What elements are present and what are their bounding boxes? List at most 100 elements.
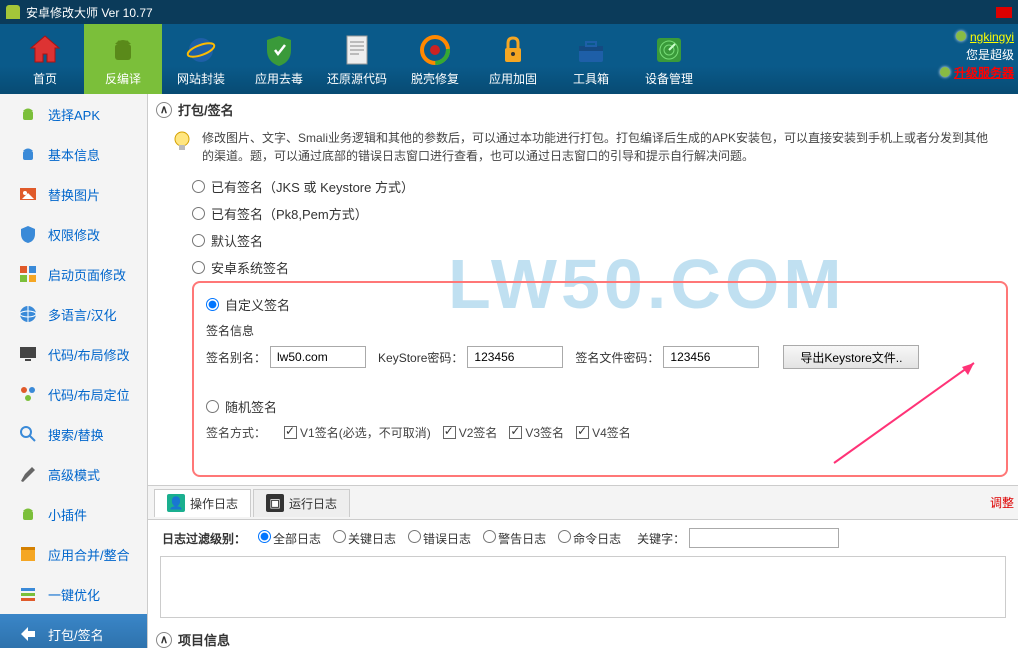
username-link[interactable]: ngkingyi xyxy=(970,30,1014,44)
shield-icon xyxy=(261,32,297,68)
toolbar-home[interactable]: 首页 xyxy=(6,24,84,94)
check-v2[interactable]: V2签名 xyxy=(443,424,498,441)
radio-default[interactable]: 默认签名 xyxy=(192,227,1018,254)
screen-icon xyxy=(18,344,38,364)
kspw-input[interactable] xyxy=(467,346,563,368)
log-textarea[interactable] xyxy=(160,556,1006,618)
toolbar-label: 设备管理 xyxy=(645,70,693,87)
alias-label: 签名别名： xyxy=(206,349,266,366)
filter-key[interactable]: 关键日志 xyxy=(325,530,396,547)
project-info-section: ∧ 项目信息 项目名称： 包名： 签名信息： 打包后点击这里获取.. xyxy=(148,624,1018,648)
main-toolbar: 首页 反编译 网站封装 应用去毒 还原源代码 脱壳修复 应用加固 工具箱 设备管… xyxy=(0,24,1018,94)
sidebar-item-2[interactable]: 替换图片 xyxy=(0,174,147,214)
terminal-icon: ▣ xyxy=(266,494,284,512)
tab-op-log[interactable]: 👤操作日志 xyxy=(154,489,251,517)
status-dot-icon xyxy=(956,31,966,41)
toolbar-antivirus[interactable]: 应用去毒 xyxy=(240,24,318,94)
toolbar-unshell[interactable]: 脱壳修复 xyxy=(396,24,474,94)
sidebar-item-10[interactable]: 小插件 xyxy=(0,494,147,534)
toolbar-restore[interactable]: 还原源代码 xyxy=(318,24,396,94)
radio-jks[interactable]: 已有签名（JKS 或 Keystore 方式） xyxy=(192,173,1018,200)
hand-icon xyxy=(18,624,38,644)
content-pane: LW50.COM ∧ 打包/签名 修改图片、文字、Smali业务逻辑和其他的参数… xyxy=(148,94,1018,648)
toolbar-label: 工具箱 xyxy=(573,70,609,87)
box-icon xyxy=(18,544,38,564)
check-v3[interactable]: V3签名 xyxy=(509,424,564,441)
toolbar-label: 应用去毒 xyxy=(255,70,303,87)
proj-title: 项目信息 xyxy=(178,630,230,648)
android-icon xyxy=(18,504,38,524)
filepw-label: 签名文件密码： xyxy=(575,349,659,366)
toolbar-devices[interactable]: 设备管理 xyxy=(630,24,708,94)
log-adjust[interactable]: 调整 xyxy=(990,494,1014,511)
titlebar: 安卓修改大师 Ver 10.77 xyxy=(0,0,1018,24)
bars-icon xyxy=(18,584,38,604)
log-filter: 日志过滤级别： 全部日志 关键日志 错误日志 警告日志 命令日志 关键字： xyxy=(148,520,1018,556)
sig-info-title: 签名信息 xyxy=(194,322,1006,339)
toolbar-decompile[interactable]: 反编译 xyxy=(84,24,162,94)
export-keystore-button[interactable]: 导出Keystore文件.. xyxy=(783,345,919,369)
status-dot-icon xyxy=(940,67,950,77)
sidebar-item-12[interactable]: 一键优化 xyxy=(0,574,147,614)
filter-error[interactable]: 错误日志 xyxy=(400,530,471,547)
collapse-icon[interactable]: ∧ xyxy=(156,632,172,648)
filepw-input[interactable] xyxy=(663,346,759,368)
pins-icon xyxy=(18,384,38,404)
collapse-icon[interactable]: ∧ xyxy=(156,102,172,118)
radio-random[interactable]: 随机签名 xyxy=(194,393,1006,420)
filter-warn[interactable]: 警告日志 xyxy=(475,530,546,547)
upgrade-link[interactable]: 升级服务器 xyxy=(954,66,1014,80)
home-icon xyxy=(27,32,63,68)
sidebar-item-4[interactable]: 启动页面修改 xyxy=(0,254,147,294)
alias-input[interactable] xyxy=(270,346,366,368)
bulb-icon xyxy=(170,129,194,153)
lock-icon xyxy=(495,32,531,68)
sidebar-item-7[interactable]: 代码/布局定位 xyxy=(0,374,147,414)
toolbar-webpack[interactable]: 网站封装 xyxy=(162,24,240,94)
kspw-label: KeyStore密码： xyxy=(378,349,463,366)
toolbox-icon xyxy=(573,32,609,68)
check-v1[interactable]: V1签名(必选，不可取消) xyxy=(284,424,431,441)
search-icon xyxy=(18,424,38,444)
filter-all[interactable]: 全部日志 xyxy=(250,530,321,547)
tab-run-log[interactable]: ▣运行日志 xyxy=(253,489,350,517)
sidebar-item-9[interactable]: 高级模式 xyxy=(0,454,147,494)
sidebar-item-0[interactable]: 选择APK xyxy=(0,94,147,134)
grid-icon xyxy=(18,264,38,284)
check-v4[interactable]: V4签名 xyxy=(576,424,631,441)
toolbar-label: 还原源代码 xyxy=(327,70,387,87)
hint-row: 修改图片、文字、Smali业务逻辑和其他的参数后，可以通过本功能进行打包。打包编… xyxy=(148,125,1018,173)
sidebar-item-3[interactable]: 权限修改 xyxy=(0,214,147,254)
radio-pk8[interactable]: 已有签名（Pk8,Pem方式） xyxy=(192,200,1018,227)
radio-custom[interactable]: 自定义签名 xyxy=(194,291,1006,318)
toolbar-label: 网站封装 xyxy=(177,70,225,87)
keyword-input[interactable] xyxy=(689,528,839,548)
ie-icon xyxy=(183,32,219,68)
sidebar-item-8[interactable]: 搜索/替换 xyxy=(0,414,147,454)
filter-cmd[interactable]: 命令日志 xyxy=(550,530,621,547)
radio-system[interactable]: 安卓系统签名 xyxy=(192,254,1018,281)
sidebar: 选择APK基本信息替换图片权限修改启动页面修改多语言/汉化代码/布局修改代码/布… xyxy=(0,94,148,648)
refresh-icon xyxy=(417,32,453,68)
pic-icon xyxy=(18,184,38,204)
user-icon: 👤 xyxy=(167,494,185,512)
toolbar-harden[interactable]: 应用加固 xyxy=(474,24,552,94)
section-title: 打包/签名 xyxy=(178,100,234,119)
android-icon xyxy=(105,32,141,68)
toolbar-label: 应用加固 xyxy=(489,70,537,87)
toolbar-label: 脱壳修复 xyxy=(411,70,459,87)
toolbar-toolbox[interactable]: 工具箱 xyxy=(552,24,630,94)
sidebar-item-6[interactable]: 代码/布局修改 xyxy=(0,334,147,374)
radar-icon xyxy=(651,32,687,68)
user-panel: ngkingyi 您是超级 升级服务器 xyxy=(940,28,1014,82)
doc-icon xyxy=(339,32,375,68)
sidebar-item-13[interactable]: 打包/签名 xyxy=(0,614,147,648)
log-section: 👤操作日志 ▣运行日志 调整 日志过滤级别： 全部日志 关键日志 错误日志 警告… xyxy=(148,485,1018,618)
sidebar-item-1[interactable]: 基本信息 xyxy=(0,134,147,174)
hint-text: 修改图片、文字、Smali业务逻辑和其他的参数后，可以通过本功能进行打包。打包编… xyxy=(194,129,1000,165)
sidebar-item-5[interactable]: 多语言/汉化 xyxy=(0,294,147,334)
custom-sign-box: 自定义签名 签名信息 签名别名： KeyStore密码： 签名文件密码： 导出K… xyxy=(192,281,1008,477)
shield-icon xyxy=(18,224,38,244)
sidebar-item-11[interactable]: 应用合并/整合 xyxy=(0,534,147,574)
flag-icon xyxy=(996,7,1012,18)
